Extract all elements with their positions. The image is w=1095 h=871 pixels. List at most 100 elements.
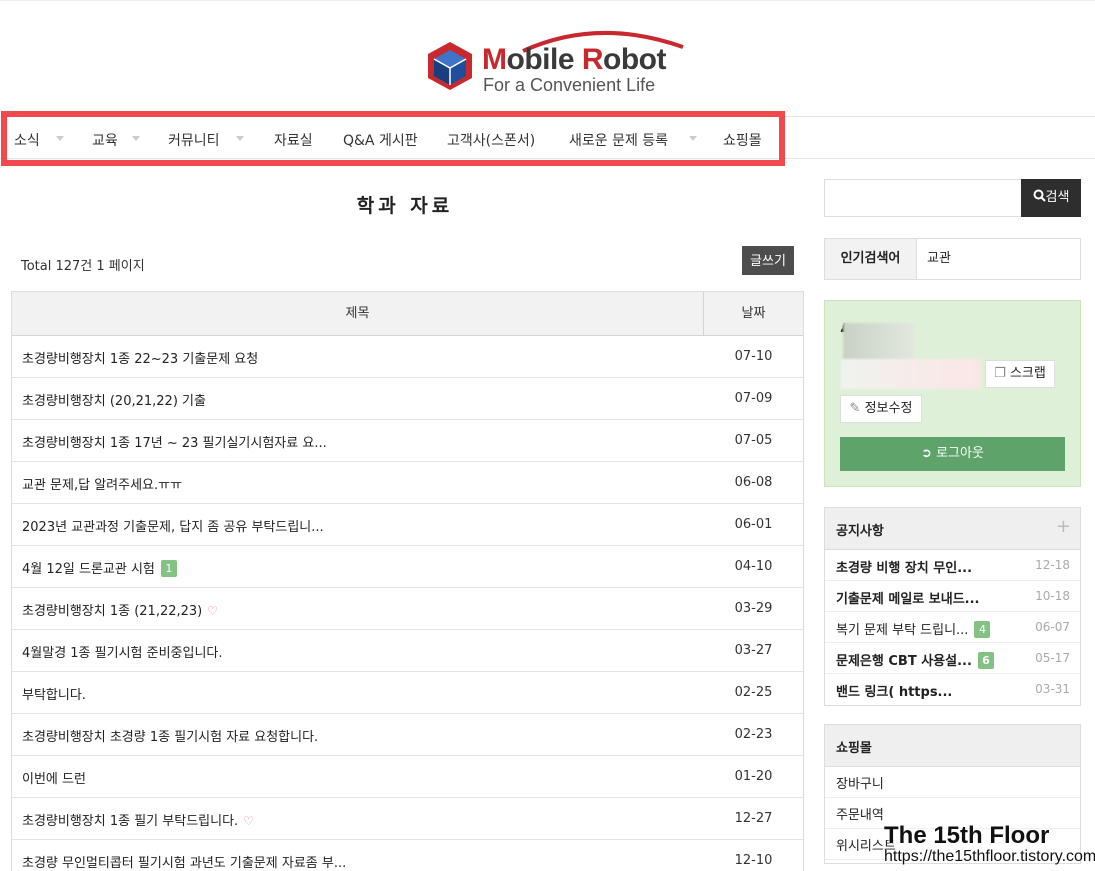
table-row[interactable]: 4월말경 1종 필기시험 준비중입니다. 03-27 [12, 630, 803, 672]
column-header-title: 제목 [12, 292, 704, 335]
search-icon [1033, 189, 1046, 202]
post-date: 02-25 [734, 685, 773, 700]
post-date: 07-05 [734, 433, 773, 448]
notice-item[interactable]: 문제은행 CBT 사용설... 6 05-17 [825, 643, 1080, 674]
copy-icon: ❐ [994, 366, 1006, 381]
nav-item-community[interactable]: 커뮤니티 [168, 130, 220, 150]
table-row[interactable]: 이번에 드런 01-20 [12, 756, 803, 798]
table-row[interactable]: 4월 12일 드론교관 시험 1 04-10 [12, 546, 803, 588]
chevron-down-icon [132, 136, 140, 141]
edit-icon: ✎ [849, 401, 861, 416]
nav-item-archive[interactable]: 자료실 [274, 130, 313, 150]
post-title[interactable]: 부탁합니다. [22, 684, 86, 703]
post-date: 02-23 [734, 727, 773, 742]
table-row[interactable]: 초경량비행장치 1종 22~23 기출문제 요청 07-10 [12, 336, 803, 378]
post-title[interactable]: 초경량비행장치 1종 (21,22,23) ♡ [22, 600, 218, 619]
post-title[interactable]: 이번에 드런 [22, 768, 86, 787]
table-row[interactable]: 초경량비행장치 1종 (21,22,23) ♡ 03-29 [12, 588, 803, 630]
post-date: 03-29 [734, 601, 773, 616]
post-title[interactable]: 2023년 교관과정 기출문제, 답지 좀 공유 부탁드립니... [22, 516, 324, 535]
comment-count-badge: 1 [160, 560, 177, 577]
post-date: 12-10 [734, 853, 773, 868]
shop-panel-header: 쇼핑몰 [825, 725, 1080, 767]
post-title[interactable]: 초경량비행장치 1종 필기 부탁드립니다. ♡ [22, 810, 254, 829]
notice-title[interactable]: 기출문제 메일로 보내드... [836, 588, 979, 607]
logo-title: Mobile Robot [482, 43, 666, 76]
notice-date: 06-07 [1035, 620, 1070, 634]
edit-profile-button[interactable]: ✎ 정보수정 [840, 395, 922, 423]
notice-date: 10-18 [1035, 589, 1070, 603]
post-title[interactable]: 초경량비행장치 초경량 1종 필기시험 자료 요청합니다. [22, 726, 318, 745]
cube-icon [428, 42, 472, 90]
comment-count-badge: 6 [977, 652, 994, 669]
post-title[interactable]: 초경량 무인멀티콥터 필기시험 과년도 기출문제 자료좀 부... [22, 852, 346, 871]
post-title[interactable]: 4월 12일 드론교관 시험 1 [22, 558, 177, 577]
heart-icon: ♡ [243, 814, 254, 828]
logout-button[interactable]: ➲ 로그아웃 [840, 437, 1065, 471]
post-date: 01-20 [734, 769, 773, 784]
table-row[interactable]: 초경량비행장치 1종 필기 부탁드립니다. ♡ 12-27 [12, 798, 803, 840]
notice-panel: 공지사항 + 초경량 비행 장치 무인... 12-18 기출문제 메일로 보내드.… [824, 507, 1081, 706]
notice-title[interactable]: 복기 문제 부탁 드립니... 4 [836, 619, 991, 638]
column-header-date: 날짜 [741, 306, 766, 321]
table-header: 제목 날짜 [12, 292, 803, 336]
watermark-title: The 15th Floor [884, 822, 1050, 849]
username-blurred [841, 359, 981, 389]
post-date: 07-10 [734, 349, 773, 364]
sign-out-icon: ➲ [921, 446, 932, 461]
nav-item-new-question[interactable]: 새로운 문제 등록 [569, 130, 668, 150]
notice-title[interactable]: 밴드 링크( https... [836, 681, 952, 700]
plus-icon[interactable]: + [1056, 516, 1071, 537]
total-count: Total 127건 1 페이지 [21, 259, 145, 274]
shop-menu-label: 주문내역 [836, 808, 884, 823]
post-date: 03-27 [734, 643, 773, 658]
popular-search: 인기검색어 교관 [824, 238, 1081, 280]
post-date: 07-09 [734, 391, 773, 406]
search-input[interactable] [824, 179, 1022, 217]
notice-item[interactable]: 복기 문제 부탁 드립니... 4 06-07 [825, 612, 1080, 643]
site-header: Mobile Robot For a Convenient Life [0, 0, 1095, 117]
heart-icon: ♡ [207, 604, 219, 618]
search-button[interactable]: 검색 [1021, 179, 1081, 217]
post-date: 12-27 [734, 811, 773, 826]
logo-subtitle: For a Convenient Life [483, 75, 656, 95]
table-row[interactable]: 초경량비행장치 초경량 1종 필기시험 자료 요청합니다. 02-23 [12, 714, 803, 756]
popular-search-keyword[interactable]: 교관 [927, 239, 951, 279]
notice-item[interactable]: 초경량 비행 장치 무인... 12-18 [825, 550, 1080, 581]
popular-search-label: 인기검색어 [825, 239, 917, 279]
notice-item[interactable]: 기출문제 메일로 보내드... 10-18 [825, 581, 1080, 612]
table-row[interactable]: 초경량비행장치 (20,21,22) 기출 07-09 [12, 378, 803, 420]
nav-item-qna[interactable]: Q&A 게시판 [343, 130, 418, 150]
notice-date: 05-17 [1035, 651, 1070, 665]
table-row[interactable]: 초경량비행장치 1종 17년 ~ 23 필기실기시험자료 요... 07-05 [12, 420, 803, 462]
watermark: The 15th Floor https://the15thfloor.tist… [884, 822, 1095, 866]
post-title[interactable]: 초경량비행장치 (20,21,22) 기출 [22, 390, 206, 409]
avatar [843, 323, 915, 361]
nav-item-sponsors[interactable]: 고객사(스폰서) [447, 130, 535, 150]
page-title: 학과 자료 [356, 195, 454, 217]
table-row[interactable]: 부탁합니다. 02-25 [12, 672, 803, 714]
notice-item[interactable]: 밴드 링크( https... 03-31 [825, 674, 1080, 705]
post-title[interactable]: 교관 문제,답 알려주세요.ㅠㅠ [22, 474, 182, 493]
member-box: ♟ ❐ 스크랩 ✎ 정보수정 ➲ 로그아웃 [824, 300, 1081, 487]
table-row[interactable]: 2023년 교관과정 기출문제, 답지 좀 공유 부탁드립니... 06-01 [12, 504, 803, 546]
notice-title[interactable]: 문제은행 CBT 사용설... 6 [836, 650, 994, 669]
notice-date: 03-31 [1035, 682, 1070, 696]
table-row[interactable]: 초경량 무인멀티콥터 필기시험 과년도 기출문제 자료좀 부... 12-10 [12, 840, 803, 871]
write-button[interactable]: 글쓰기 [742, 246, 794, 275]
notice-panel-title: 공지사항 [836, 524, 884, 539]
site-logo[interactable]: Mobile Robot For a Convenient Life [426, 25, 696, 97]
post-title[interactable]: 초경량비행장치 1종 22~23 기출문제 요청 [22, 348, 258, 367]
nav-item-education[interactable]: 교육 [92, 130, 118, 150]
table-row[interactable]: 교관 문제,답 알려주세요.ㅠㅠ 06-08 [12, 462, 803, 504]
scrap-button[interactable]: ❐ 스크랩 [985, 360, 1055, 388]
nav-item-news[interactable]: 소식 [14, 130, 40, 150]
post-date: 06-01 [734, 517, 773, 532]
post-title[interactable]: 4월말경 1종 필기시험 준비중입니다. [22, 642, 223, 661]
notice-title[interactable]: 초경량 비행 장치 무인... [836, 557, 972, 576]
comment-count-badge: 4 [974, 621, 991, 638]
chevron-down-icon [689, 136, 697, 141]
nav-item-shop[interactable]: 쇼핑몰 [723, 130, 762, 150]
shop-menu-item[interactable]: 장바구니 [825, 767, 1080, 798]
post-title[interactable]: 초경량비행장치 1종 17년 ~ 23 필기실기시험자료 요... [22, 432, 327, 451]
